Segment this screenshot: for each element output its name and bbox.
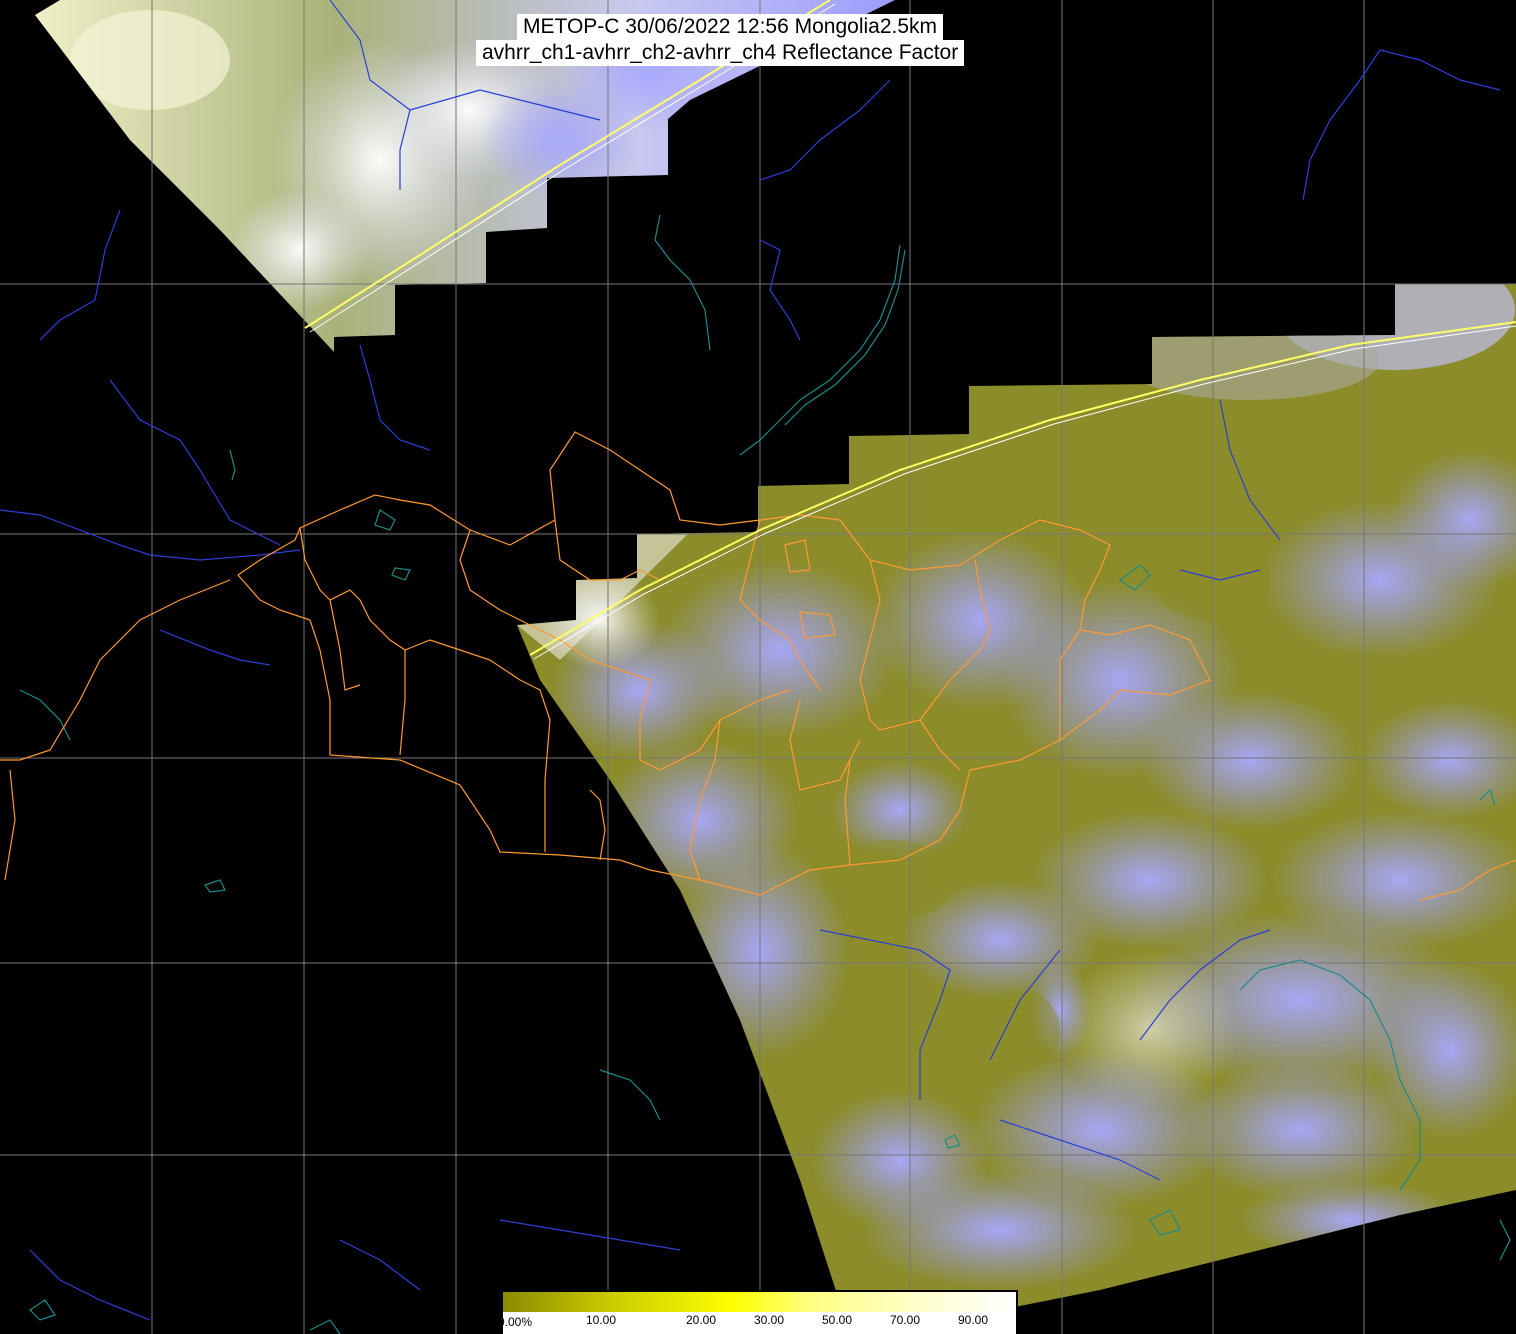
map-title-line2: avhrr_ch1-avhrr_ch2-avhrr_ch4 Reflectanc…: [476, 40, 965, 66]
map-title-line1: METOP-C 30/06/2022 12:56 Mongolia2.5km: [517, 14, 944, 40]
main-swath: [517, 284, 1516, 1334]
legend-gradient: [503, 1292, 1013, 1312]
legend-label-6: 90.00: [958, 1313, 988, 1327]
satellite-map: 0.00% 10.00 20.00 30.00 50.00 70.00 90.0…: [0, 0, 1516, 1334]
legend-label-4: 50.00: [822, 1313, 852, 1327]
legend-colorbar: 0.00% 10.00 20.00 30.00 50.00 70.00 90.0…: [498, 1290, 1018, 1334]
legend-label-3: 30.00: [754, 1313, 784, 1327]
legend-label-2: 20.00: [686, 1313, 716, 1327]
legend-label-0: 0.00%: [498, 1315, 532, 1329]
legend-label-1: 10.00: [586, 1313, 616, 1327]
legend-label-5: 70.00: [890, 1313, 920, 1327]
